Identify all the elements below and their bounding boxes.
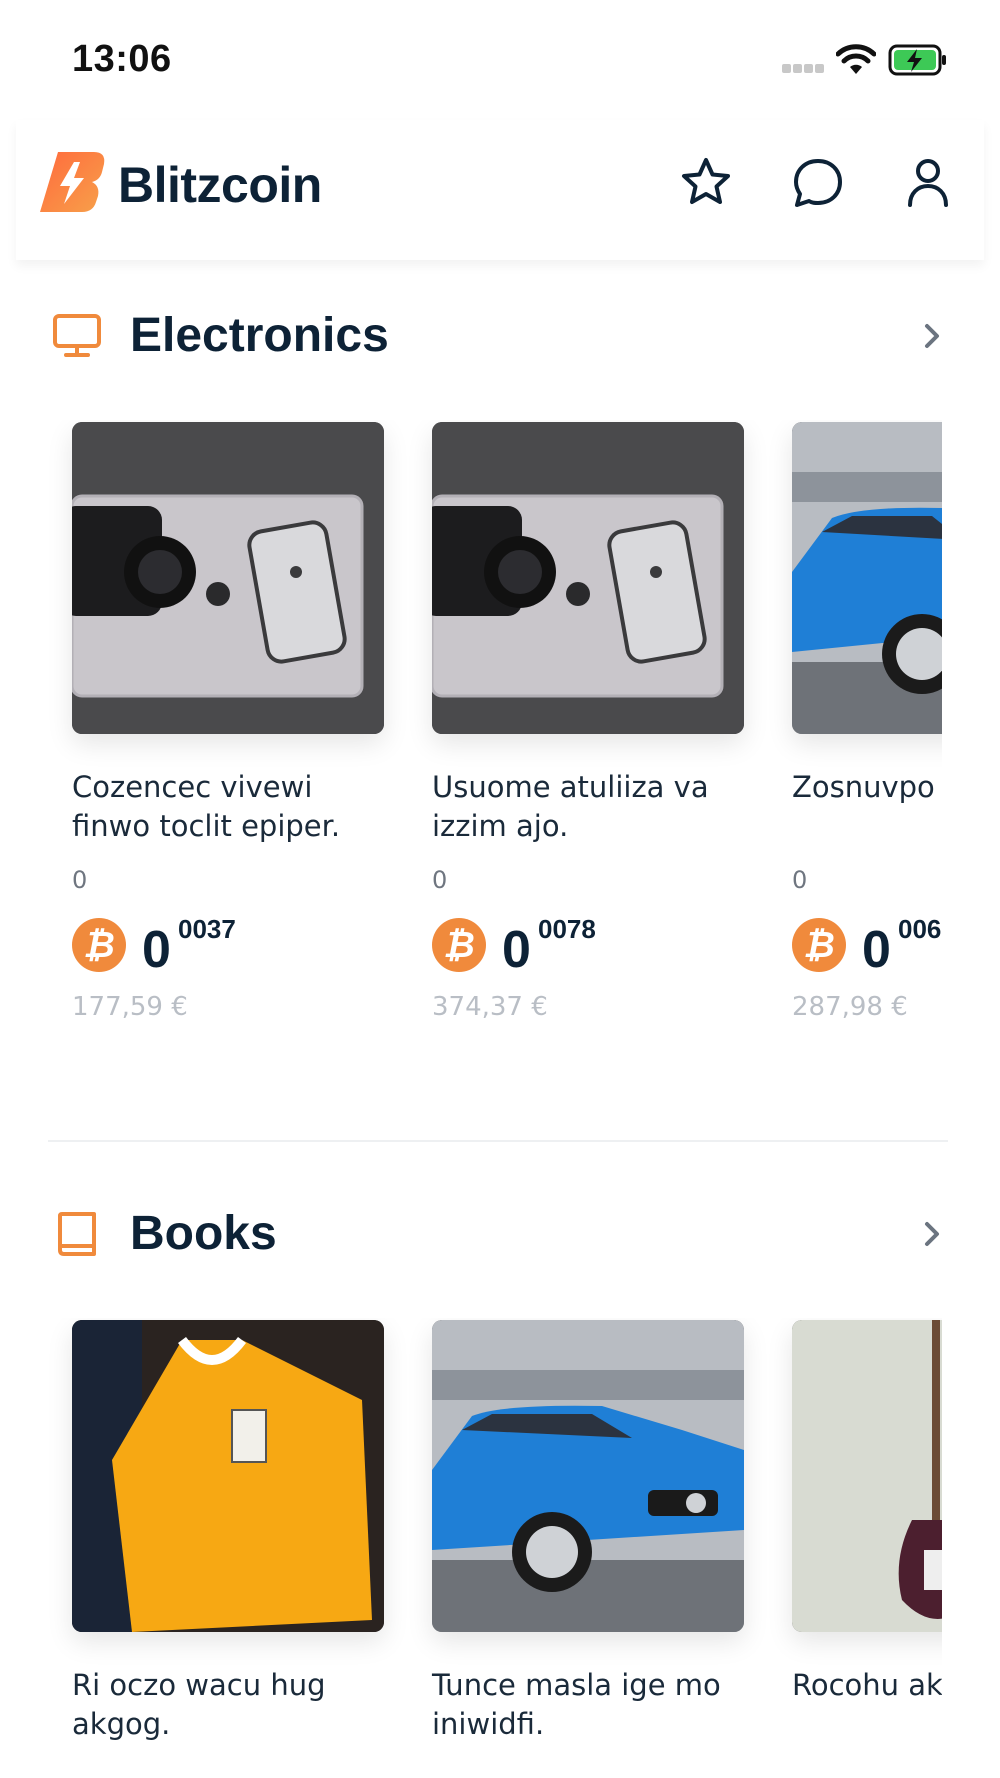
status-bar: 13:06 [0,0,1000,110]
section-divider [48,1140,948,1142]
price-btc-decimals: 0037 [178,914,236,944]
product-count: 0 [72,866,88,894]
book-icon [52,1210,102,1258]
product-title[interactable]: Usuome atuliiza va izzim ajo. [432,768,752,846]
product-image-blue-car[interactable] [432,1320,744,1632]
user-icon[interactable] [900,155,956,211]
product-row-electronics[interactable]: Cozencec vivewi finwo toclit epiper. 0 ₿… [48,420,942,1040]
product-title[interactable]: Rocohu ak dobmuw i [792,1666,942,1705]
battery-charging-icon [888,44,948,76]
app-header: Blitzcoin [16,120,984,260]
product-row-books[interactable]: Ri oczo wacu hug akgog. Tunce masla ige … [48,1318,942,1778]
chevron-right-icon[interactable] [912,1214,952,1254]
bitcoin-icon: ₿ [72,918,126,972]
product-count: 0 [792,866,808,894]
price-btc-int: 0 [502,921,531,979]
product-image-camera-laptop-phone[interactable] [432,422,744,734]
price-btc-decimals: 0078 [538,914,596,944]
status-time: 13:06 [72,38,172,80]
product-image-camera-laptop-phone[interactable] [72,422,384,734]
chat-icon[interactable] [790,155,846,211]
price-btc-int: 0 [142,921,171,979]
bitcoin-icon: ₿ [792,918,846,972]
section-title: Electronics [130,309,389,362]
chevron-right-icon[interactable] [912,316,952,356]
product-title[interactable]: Cozencec vivewi finwo toclit epiper. [72,768,392,846]
price-eur: 287,98 € [792,992,908,1022]
price-btc-int: 0 [862,921,891,979]
product-title[interactable]: Tunce masla ige mo iniwidfi. [432,1666,752,1744]
product-title[interactable]: Ri oczo wacu hug akgog. [72,1666,392,1744]
section-header-electronics[interactable]: Electronics [48,300,952,370]
price-btc-decimals: 006 [898,914,942,944]
monitor-icon [52,312,102,360]
price-eur: 374,37 € [432,992,548,1022]
product-count: 0 [432,866,448,894]
price-eur: 177,59 € [72,992,188,1022]
product-title[interactable]: Zosnuvpo kohwo sop [792,768,942,807]
bitcoin-icon: ₿ [432,918,486,972]
star-icon[interactable] [678,155,734,211]
product-image-yellow-tshirt[interactable] [72,1320,384,1632]
product-image-electric-guitar[interactable] [792,1320,942,1632]
cellular-signal-icon [782,64,826,74]
brand-name: Blitzcoin [118,157,322,213]
product-image-blue-car[interactable] [792,422,942,734]
blitzcoin-logo[interactable] [38,150,108,214]
section-title: Books [130,1207,277,1260]
wifi-icon [835,42,877,76]
section-header-books[interactable]: Books [48,1198,952,1268]
